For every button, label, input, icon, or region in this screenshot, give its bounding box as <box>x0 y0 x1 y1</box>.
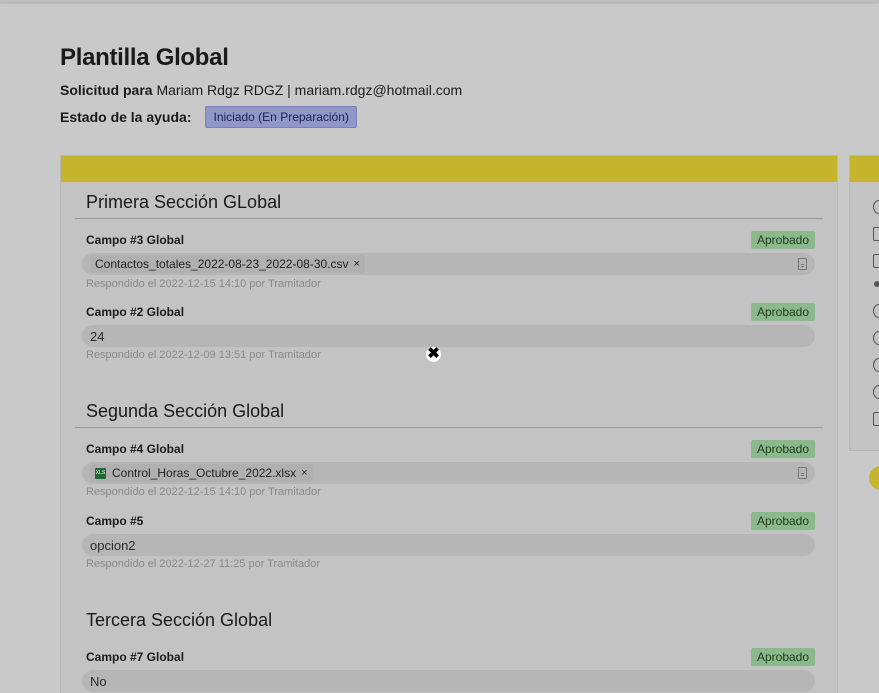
page-title: Plantilla Global <box>60 44 229 71</box>
list-icon[interactable] <box>873 412 879 426</box>
field-label: Campo #7 Global <box>86 650 185 664</box>
document-icon[interactable] <box>798 467 807 479</box>
file-field[interactable]: XLS Control_Horas_Octubre_2022.xlsx × <box>82 462 815 484</box>
response-meta: Respondido el 2022-12-15 14:10 por Trami… <box>86 278 321 290</box>
approved-badge: Aprobado <box>751 512 815 530</box>
section-title: Primera Sección GLobal <box>86 192 282 212</box>
response-meta: Respondido el 2022-12-27 11:25 por Trami… <box>86 558 321 570</box>
file-name: Control_Horas_Octubre_2022.xlsx <box>112 466 297 480</box>
form-panel-header <box>61 156 837 182</box>
clock-icon[interactable] <box>873 200 879 214</box>
chat-icon[interactable] <box>873 304 879 318</box>
document-icon[interactable] <box>873 227 879 241</box>
excel-file-icon: XLS <box>95 467 106 479</box>
approved-badge: Aprobado <box>751 303 815 321</box>
approved-badge: Aprobado <box>751 648 815 666</box>
calendar-icon[interactable] <box>873 254 879 268</box>
section-divider <box>75 427 823 428</box>
file-name: Contactos_totales_2022-08-23_2022-08-30.… <box>95 257 349 271</box>
request-label: Solicitud para <box>60 82 153 98</box>
field-value: opcion2 <box>90 537 136 553</box>
status-label: Estado de la ayuda: <box>60 109 192 125</box>
history-icon[interactable] <box>873 358 879 372</box>
value-field[interactable]: No <box>82 670 815 692</box>
dot-icon[interactable] <box>874 281 879 287</box>
side-action-button[interactable] <box>869 466 879 490</box>
side-panel-header <box>850 156 879 182</box>
field-label: Campo #2 Global <box>86 305 185 319</box>
field-value: No <box>90 673 107 689</box>
file-field[interactable]: Contactos_totales_2022-08-23_2022-08-30.… <box>82 253 815 275</box>
top-bar <box>0 0 879 2</box>
close-cursor-icon: ✖ <box>426 345 441 362</box>
remove-file-icon[interactable]: × <box>354 258 360 270</box>
response-meta: Respondido el 2022-12-15 14:10 por Trami… <box>86 486 321 498</box>
section-divider <box>75 218 823 219</box>
request-info: Solicitud para Mariam Rdgz RDGZ | mariam… <box>60 82 462 98</box>
field-label: Campo #3 Global <box>86 233 185 247</box>
value-field[interactable]: opcion2 <box>82 534 815 556</box>
info-icon[interactable] <box>873 385 879 399</box>
section-title: Tercera Sección Global <box>86 610 273 630</box>
field-label: Campo #5 <box>86 514 144 528</box>
response-meta: Respondido el 2022-12-09 13:51 por Trami… <box>86 349 321 361</box>
file-chip[interactable]: XLS Control_Horas_Octubre_2022.xlsx × <box>90 464 313 482</box>
approved-badge: Aprobado <box>751 440 815 458</box>
status-row: Estado de la ayuda: Iniciado (En Prepara… <box>60 106 357 128</box>
side-panel <box>849 155 879 451</box>
status-badge: Iniciado (En Preparación) <box>205 106 357 128</box>
document-icon[interactable] <box>798 258 807 270</box>
file-chip[interactable]: Contactos_totales_2022-08-23_2022-08-30.… <box>90 255 365 273</box>
field-label: Campo #4 Global <box>86 442 185 456</box>
field-value: 24 <box>90 328 105 344</box>
user-icon[interactable] <box>873 331 879 345</box>
value-field[interactable]: 24 <box>82 325 815 347</box>
request-value: Mariam Rdgz RDGZ | mariam.rdgz@hotmail.c… <box>156 82 463 98</box>
remove-file-icon[interactable]: × <box>301 467 307 479</box>
approved-badge: Aprobado <box>751 231 815 249</box>
section-title: Segunda Sección Global <box>86 401 285 421</box>
